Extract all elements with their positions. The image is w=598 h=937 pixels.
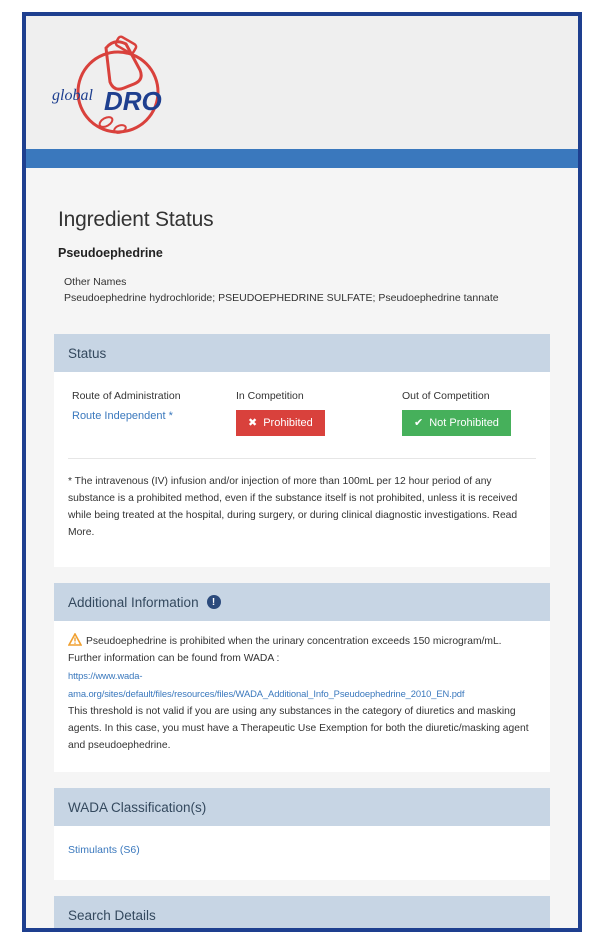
logo-text-dro: DRO [104,86,162,116]
logo-text-global: global [52,87,93,104]
site-header: global DRO [26,16,578,149]
status-heading: Status [54,334,550,372]
additional-info-body: Pseudoephedrine is prohibited when the u… [54,621,550,772]
not-prohibited-badge: ✔ Not Prohibited [402,410,511,436]
route-label: Route of Administration [72,390,181,402]
additional-info-heading: Additional Information ! [54,583,550,621]
wada-classification-heading: WADA Classification(s) [54,788,550,826]
wada-classification-panel: WADA Classification(s) Stimulants (S6) [54,788,550,880]
wada-classification-body: Stimulants (S6) [54,826,550,880]
page-title: Ingredient Status [58,208,214,231]
main-content: Ingredient Status Pseudoephedrine Other … [26,168,578,928]
iv-note: * The intravenous (IV) infusion and/or i… [68,476,518,538]
additional-info-panel: Additional Information ! Pseudoephedrine… [54,583,550,772]
prohibited-text: Prohibited [263,417,313,429]
out-competition-column: Out of Competition ✔ Not Prohibited [402,388,532,436]
globaldro-logo-icon: global DRO [52,35,162,134]
header-accent-bar [26,149,578,168]
info-icon[interactable]: ! [206,595,221,609]
other-names-value: Pseudoephedrine hydrochloride; PSEUDOEPH… [64,292,499,304]
in-competition-label: In Competition [236,390,304,402]
app-frame: global DRO Ingredient Status Pseudoephed… [22,12,582,932]
in-competition-column: In Competition ✖ Prohibited [236,388,402,436]
route-column: Route of Administration Route Independen… [72,388,236,436]
x-icon: ✖ [248,417,258,429]
wada-pdf-link[interactable]: https://www.wada-ama.org/sites/default/f… [68,670,465,699]
other-names-label: Other Names [64,276,127,288]
check-icon: ✔ [414,417,424,429]
ingredient-name: Pseudoephedrine [58,246,163,260]
stimulants-link[interactable]: Stimulants (S6) [68,836,536,866]
warning-icon [68,633,82,646]
prohibited-badge: ✖ Prohibited [236,410,325,436]
out-competition-label: Out of Competition [402,390,490,402]
status-body: Route of Administration Route Independen… [54,372,550,567]
status-panel: Status Route of Administration Route Ind… [54,334,550,567]
status-grid: Route of Administration Route Independen… [68,382,536,436]
status-divider [68,458,536,459]
route-link[interactable]: Route Independent * [72,408,236,424]
not-prohibited-text: Not Prohibited [429,417,499,429]
additional-info-title: Additional Information [68,594,199,610]
search-details-panel: Search Details [54,896,550,928]
search-details-heading[interactable]: Search Details [54,896,550,928]
additional-text-2: This threshold is not valid if you are u… [68,706,529,751]
additional-text-1: Pseudoephedrine is prohibited when the u… [68,636,502,664]
globaldro-logo[interactable]: global DRO [46,34,176,139]
additional-text-1-row: Pseudoephedrine is prohibited when the u… [68,633,536,667]
